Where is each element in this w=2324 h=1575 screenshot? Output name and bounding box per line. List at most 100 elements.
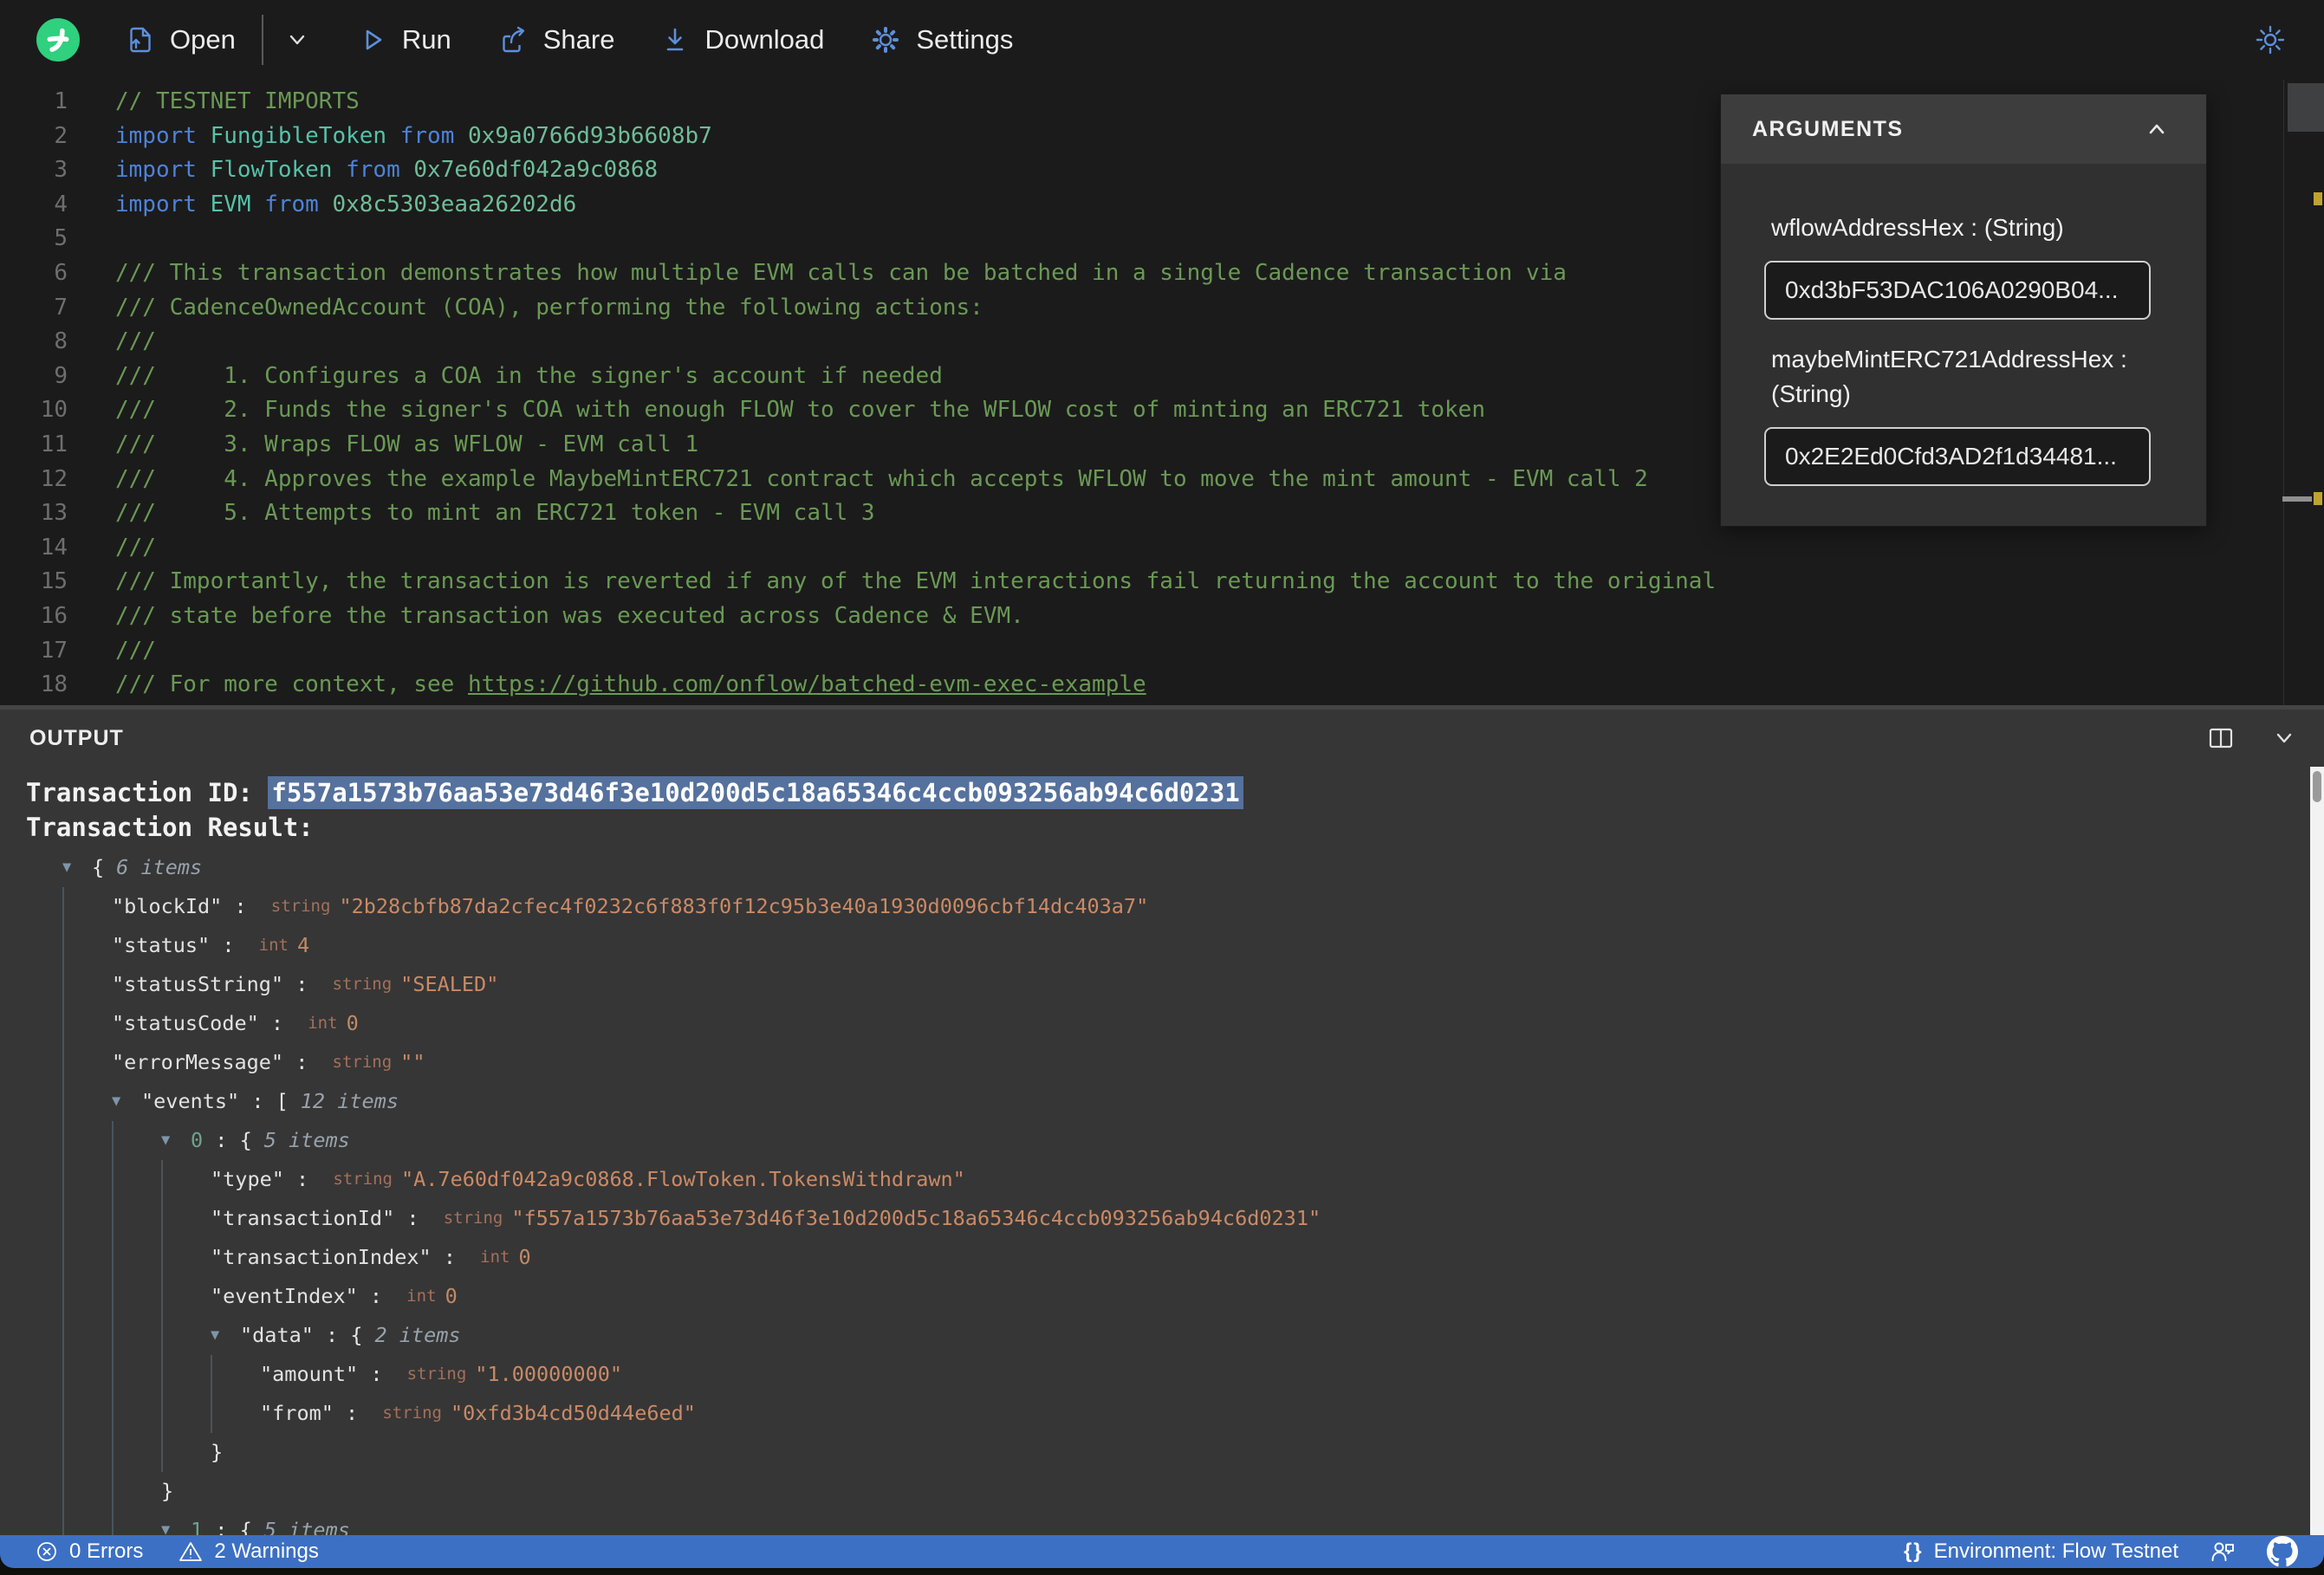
- flow-logo-icon[interactable]: [36, 18, 80, 62]
- array-index: 1: [191, 1518, 204, 1535]
- transaction-id-value[interactable]: f557a1573b76aa53e73d46f3e10d200d5c18a653…: [268, 776, 1243, 809]
- indent-guide: [112, 1472, 161, 1511]
- item-count: 5 items: [263, 1128, 350, 1152]
- collapse-triangle-icon[interactable]: ▼: [211, 1316, 240, 1355]
- indent-guide: [112, 1121, 161, 1160]
- indent-guide: [62, 1121, 112, 1160]
- indent-guide: [161, 1355, 211, 1394]
- code-text: // TESTNET IMPORTS: [115, 88, 360, 114]
- collapse-triangle-icon[interactable]: ▼: [112, 1082, 141, 1121]
- item-count: 2 items: [374, 1323, 461, 1347]
- code-link[interactable]: https://github.com/onflow/batched-evm-ex…: [468, 671, 1146, 697]
- output-content: Transaction ID: f557a1573b76aa53e73d46f3…: [0, 767, 2324, 1535]
- arguments-header[interactable]: ARGUMENTS: [1721, 94, 2206, 164]
- json-tree-row: ▼ "data" : {2 items: [26, 1316, 2324, 1355]
- line-number: 15: [40, 568, 68, 595]
- indent-guide: [112, 1511, 161, 1535]
- argument-label-1: maybeMintERC721AddressHex : (String): [1771, 346, 2127, 407]
- overview-ruler-mark: [2282, 496, 2312, 502]
- collapse-triangle-icon[interactable]: ▼: [62, 848, 92, 887]
- json-tree-row: ▼ 0 : {5 items: [26, 1121, 2324, 1160]
- indent-guide: [112, 1238, 161, 1277]
- settings-label: Settings: [916, 24, 1014, 55]
- json-value: 0: [518, 1245, 531, 1269]
- code-text: import FlowToken from 0x7e60df042a9c0868: [115, 157, 659, 184]
- line-number: 5: [54, 225, 68, 252]
- app-window: Open Run Share Download Settings 1 // TE…: [0, 0, 2324, 1568]
- warning-marker-2: [2314, 492, 2322, 505]
- indent-guide: [62, 1316, 112, 1355]
- json-value: "0xfd3b4cd50d44e6ed": [450, 1401, 696, 1425]
- code-editor[interactable]: 1 // TESTNET IMPORTS 2 import FungibleToken…: [0, 80, 2324, 705]
- environment-label: Environment: Flow Testnet: [1933, 1539, 2178, 1563]
- download-button[interactable]: Download: [659, 24, 824, 55]
- argument-input-0[interactable]: [1764, 261, 2151, 320]
- indent-guide: [62, 1355, 112, 1394]
- code-line[interactable]: 16 /// state before the transaction was e…: [0, 600, 2284, 634]
- json-key: "blockId": [112, 894, 223, 918]
- open-dropdown-chevron-icon[interactable]: [282, 25, 312, 55]
- indent-guide: [112, 1199, 161, 1238]
- errors-status[interactable]: 0 Errors: [35, 1539, 143, 1564]
- open-button[interactable]: Open: [125, 24, 236, 55]
- arguments-title: ARGUMENTS: [1752, 116, 1904, 141]
- argument-input-1[interactable]: [1764, 427, 2151, 486]
- transaction-id-line: Transaction ID: f557a1573b76aa53e73d46f3…: [26, 775, 2324, 810]
- indent-guide: [161, 1394, 211, 1433]
- code-line[interactable]: 17 ///: [0, 634, 2284, 669]
- json-key: "status": [112, 933, 211, 957]
- warning-marker-1: [2314, 192, 2322, 205]
- github-icon[interactable]: [2267, 1536, 2298, 1567]
- indent-guide: [62, 926, 112, 965]
- run-play-icon: [357, 24, 388, 55]
- run-button[interactable]: Run: [357, 24, 451, 55]
- editor-scrollbar-thumb[interactable]: [2288, 83, 2324, 132]
- value-type-label: string: [332, 975, 393, 994]
- json-key: "data": [240, 1323, 314, 1347]
- collapse-triangle-icon[interactable]: ▼: [161, 1511, 191, 1535]
- indent-guide: [211, 1394, 260, 1433]
- run-label: Run: [401, 24, 451, 55]
- collapse-triangle-icon[interactable]: ▼: [161, 1121, 191, 1160]
- indent-guide: [112, 1316, 161, 1355]
- json-tree-row: ▼{6 items: [26, 848, 2324, 887]
- indent-guide: [112, 1394, 161, 1433]
- json-tree-row: "blockId" : string "2b28cbfb87da2cfec4f02…: [26, 887, 2324, 926]
- line-number: 3: [54, 157, 68, 184]
- code-line[interactable]: 18 /// For more context, see https://gith…: [0, 668, 2284, 703]
- json-tree-row: "errorMessage" : string "": [26, 1043, 2324, 1082]
- download-label: Download: [704, 24, 825, 55]
- value-type-label: string: [406, 1364, 467, 1384]
- code-text: /// 1. Configures a COA in the signer's …: [115, 362, 943, 389]
- environment-status[interactable]: { } Environment: Flow Testnet: [1904, 1539, 2178, 1564]
- share-button[interactable]: Share: [497, 23, 614, 56]
- split-panel-icon[interactable]: [2206, 723, 2236, 753]
- json-tree-row: "statusCode" : int 0: [26, 1004, 2324, 1043]
- collapse-chevron-up-icon[interactable]: [2142, 114, 2171, 144]
- json-key: "transactionIndex": [211, 1245, 432, 1269]
- warnings-status[interactable]: 2 Warnings: [178, 1539, 319, 1565]
- code-line[interactable]: 14 ///: [0, 531, 2284, 566]
- output-scrollbar-thumb[interactable]: [2313, 771, 2321, 802]
- collapse-output-chevron-icon[interactable]: [2270, 724, 2298, 752]
- feedback-person-icon[interactable]: [2208, 1537, 2237, 1566]
- indent-guide: [62, 1199, 112, 1238]
- json-value: 0: [346, 1011, 359, 1035]
- indent-guide: [161, 1199, 211, 1238]
- json-key: "errorMessage": [112, 1050, 284, 1074]
- item-count: 5 items: [263, 1518, 350, 1535]
- code-line[interactable]: 15 /// Importantly, the transaction is re…: [0, 565, 2284, 600]
- theme-toggle-sun-icon[interactable]: [2253, 23, 2288, 57]
- output-scrollbar-track[interactable]: [2310, 767, 2324, 1535]
- scrollbar-divider: [2283, 80, 2284, 705]
- errors-label: 0 Errors: [69, 1539, 144, 1563]
- line-number: 16: [40, 602, 68, 629]
- json-value: "f557a1573b76aa53e73d46f3e10d200d5c18a65…: [511, 1206, 1321, 1230]
- settings-button[interactable]: Settings: [869, 23, 1013, 56]
- json-result-tree: ▼{6 items "blockId" : string "2b28cbfb87da…: [26, 848, 2324, 1535]
- line-number: 1: [54, 88, 68, 114]
- code-text: /// Importantly, the transaction is reve…: [115, 568, 1717, 595]
- indent-guide: [62, 1394, 112, 1433]
- value-type-label: string: [270, 897, 331, 916]
- code-text: ///: [115, 534, 156, 561]
